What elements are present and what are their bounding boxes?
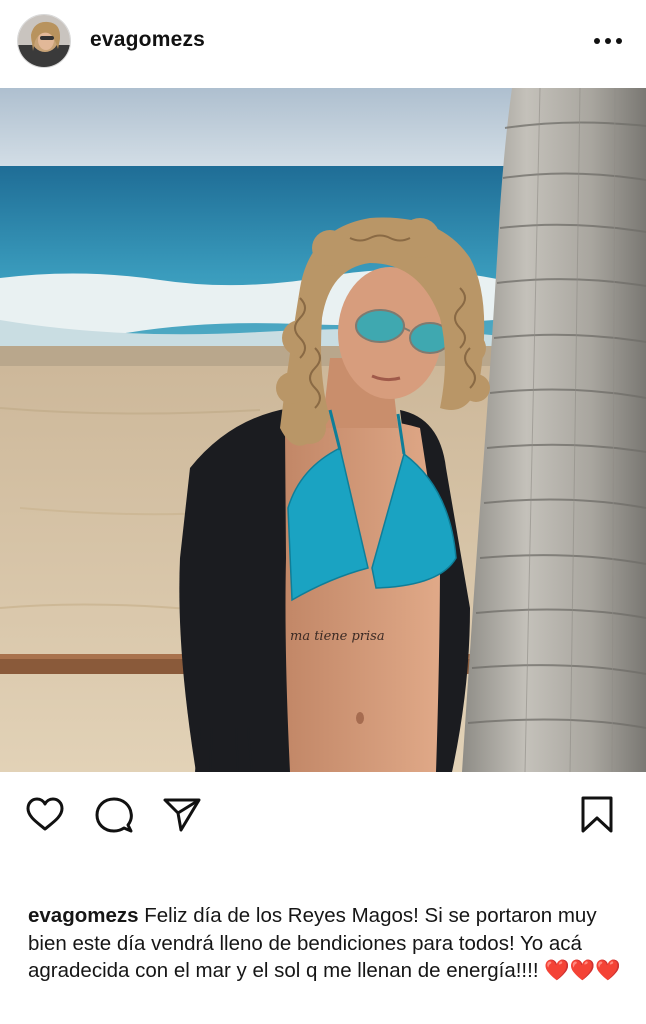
- more-horizontal-icon[interactable]: [588, 31, 628, 51]
- bookmark-icon[interactable]: [576, 794, 618, 836]
- avatar-image: [18, 15, 70, 67]
- post-actions: [0, 772, 646, 862]
- post-username[interactable]: evagomezs: [90, 28, 205, 52]
- post-photo[interactable]: ma tiene prisa: [0, 88, 646, 772]
- paper-plane-icon[interactable]: [161, 794, 203, 836]
- caption-username[interactable]: evagomezs: [28, 904, 139, 927]
- avatar[interactable]: [17, 14, 71, 68]
- comment-bubble-icon[interactable]: [93, 794, 135, 836]
- post-caption: evagomezs Feliz día de los Reyes Magos! …: [28, 902, 628, 985]
- heart-icon[interactable]: [24, 794, 66, 836]
- tattoo-text: ma tiene prisa: [290, 629, 385, 644]
- post-header: evagomezs: [0, 0, 646, 88]
